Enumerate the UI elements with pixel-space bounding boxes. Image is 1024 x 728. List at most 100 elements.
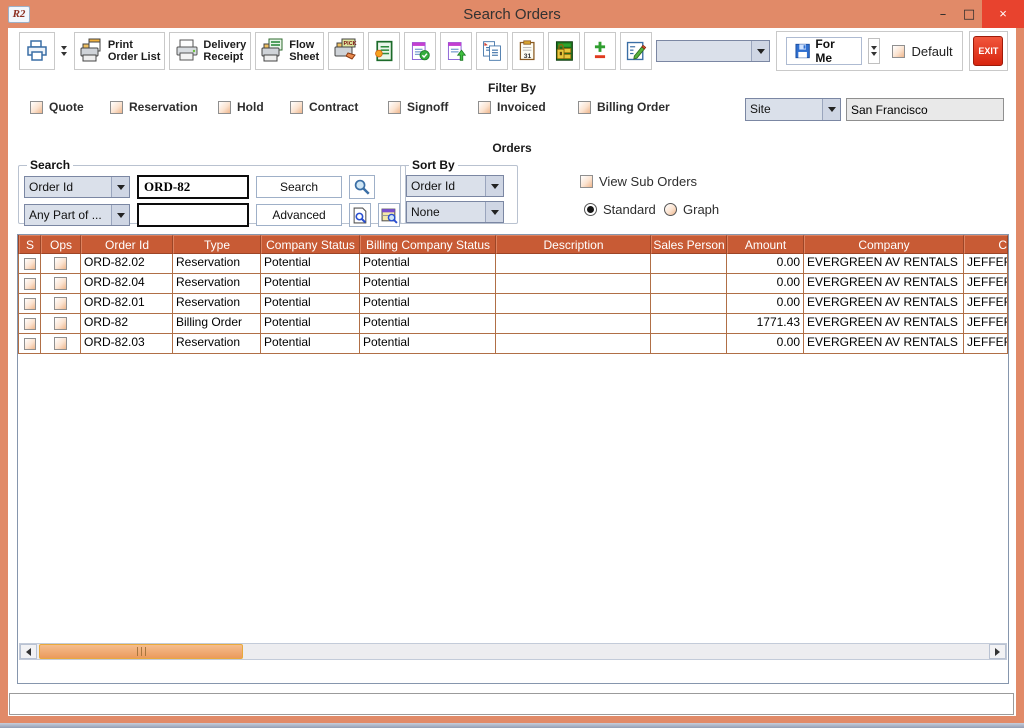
combo-arrow-button[interactable] xyxy=(111,177,129,197)
combo-arrow-button[interactable] xyxy=(485,202,503,222)
delivery-receipt-button[interactable]: DeliveryReceipt xyxy=(169,32,251,70)
search-value-input[interactable] xyxy=(137,175,249,199)
quote-checkbox[interactable] xyxy=(30,101,43,114)
scrollbar-thumb[interactable] xyxy=(39,644,243,659)
search-field-combobox[interactable]: Order Id xyxy=(24,176,130,198)
scroll-left-button[interactable] xyxy=(20,644,37,659)
column-header-ops[interactable]: Ops xyxy=(41,235,81,254)
saved-search-combobox[interactable] xyxy=(656,40,770,62)
sort-secondary-combobox[interactable]: None xyxy=(406,201,504,223)
column-header-company-status[interactable]: Company Status xyxy=(261,235,360,254)
table-row[interactable]: ORD-82 Billing Order Potential Potential… xyxy=(18,314,1008,334)
edit-order-button[interactable] xyxy=(620,32,652,70)
filter-hold[interactable]: Hold xyxy=(218,100,264,114)
filter-signoff[interactable]: Signoff xyxy=(388,100,448,114)
row-select-checkbox[interactable] xyxy=(24,258,36,270)
confirm-order-button[interactable] xyxy=(404,32,436,70)
column-header-amount[interactable]: Amount xyxy=(727,235,804,254)
print-dropdown[interactable] xyxy=(59,32,70,70)
site-combobox[interactable]: Site xyxy=(745,98,841,121)
table-row[interactable]: ORD-82.01 Reservation Potential Potentia… xyxy=(18,294,1008,314)
copy-order-button[interactable] xyxy=(476,32,508,70)
print-pick-list-button[interactable]: PICK xyxy=(328,32,364,70)
filter-contract[interactable]: Contract xyxy=(290,100,358,114)
search-text-input[interactable] xyxy=(137,203,249,227)
green-document-icon xyxy=(373,40,395,62)
site-search-field[interactable] xyxy=(846,98,1004,121)
exit-button[interactable]: EXIT xyxy=(973,36,1003,66)
view-sub-orders-checkbox[interactable] xyxy=(580,175,593,188)
filter-invoiced[interactable]: Invoiced xyxy=(478,100,546,114)
combo-arrow-button[interactable] xyxy=(751,41,769,61)
hold-checkbox[interactable] xyxy=(218,101,231,114)
graph-option[interactable]: Graph xyxy=(664,202,719,217)
column-header-order-id[interactable]: Order Id xyxy=(81,235,173,254)
column-header-s[interactable]: S xyxy=(19,235,41,254)
order-profile-button[interactable] xyxy=(368,32,400,70)
type-cell: Billing Order xyxy=(173,314,261,333)
search-button[interactable]: Search xyxy=(256,176,342,198)
row-select-checkbox[interactable] xyxy=(24,338,36,350)
filter-quote[interactable]: Quote xyxy=(30,100,84,114)
save-options-button[interactable] xyxy=(868,38,881,64)
column-header-billing-company-status[interactable]: Billing Company Status xyxy=(360,235,496,254)
row-select-checkbox[interactable] xyxy=(24,278,36,290)
doc-search-button[interactable] xyxy=(349,203,371,227)
quick-search-button[interactable] xyxy=(349,175,375,199)
grid-search-icon xyxy=(381,207,398,224)
type-cell: Reservation xyxy=(173,334,261,353)
site-value-input[interactable] xyxy=(847,103,1010,117)
new-order-button[interactable] xyxy=(584,32,616,70)
row-ops-checkbox[interactable] xyxy=(54,317,67,330)
order-id-cell: ORD-82.04 xyxy=(81,274,173,293)
combo-arrow-button[interactable] xyxy=(822,99,840,120)
table-row[interactable]: ORD-82.04 Reservation Potential Potentia… xyxy=(18,274,1008,294)
for-me-button[interactable]: For Me xyxy=(786,37,862,65)
column-header-company[interactable]: Company xyxy=(804,235,964,254)
print-button[interactable] xyxy=(19,32,55,70)
default-checkbox[interactable] xyxy=(892,45,905,58)
column-header-description[interactable]: Description xyxy=(496,235,651,254)
standard-option[interactable]: Standard xyxy=(584,202,656,217)
row-select-cell xyxy=(19,294,41,313)
combo-arrow-button[interactable] xyxy=(485,176,503,196)
column-header-sales-person[interactable]: Sales Person xyxy=(651,235,727,254)
invoiced-checkbox[interactable] xyxy=(478,101,491,114)
standard-radio[interactable] xyxy=(584,203,597,216)
row-ops-cell xyxy=(41,274,81,293)
combo-arrow-button[interactable] xyxy=(111,205,129,225)
row-ops-checkbox[interactable] xyxy=(54,277,67,290)
upgrade-order-button[interactable] xyxy=(440,32,472,70)
advanced-button[interactable]: Advanced xyxy=(256,204,342,226)
row-ops-checkbox[interactable] xyxy=(54,257,67,270)
calendar-button[interactable]: 31 xyxy=(512,32,544,70)
row-ops-checkbox[interactable] xyxy=(54,337,67,350)
horizontal-scrollbar[interactable] xyxy=(19,643,1007,660)
view-sub-orders-option[interactable]: View Sub Orders xyxy=(580,174,697,189)
row-ops-checkbox[interactable] xyxy=(54,297,67,310)
filter-reservation[interactable]: Reservation xyxy=(110,100,198,114)
billing-order-checkbox[interactable] xyxy=(578,101,591,114)
sort-by-title: Sort By xyxy=(409,158,458,172)
filter-by-title: Filter By xyxy=(8,81,1016,95)
reservation-checkbox[interactable] xyxy=(110,101,123,114)
sort-primary-combobox[interactable]: Order Id xyxy=(406,175,504,197)
flow-sheet-button[interactable]: FlowSheet xyxy=(255,32,324,70)
signoff-checkbox[interactable] xyxy=(388,101,401,114)
column-header-contact[interactable]: C xyxy=(964,235,1008,254)
grid-search-button[interactable] xyxy=(378,203,400,227)
title-bar[interactable]: R2 Search Orders – □ × xyxy=(0,0,1024,28)
lock-order-button[interactable] xyxy=(548,32,580,70)
table-row[interactable]: ORD-82.03 Reservation Potential Potentia… xyxy=(18,334,1008,354)
table-row[interactable]: ORD-82.02 Reservation Potential Potentia… xyxy=(18,254,1008,274)
graph-radio[interactable] xyxy=(664,203,677,216)
row-select-checkbox[interactable] xyxy=(24,298,36,310)
filter-billing-order[interactable]: Billing Order xyxy=(578,100,670,114)
row-ops-cell xyxy=(41,254,81,273)
print-order-list-button[interactable]: PrintOrder List xyxy=(74,32,166,70)
scroll-right-button[interactable] xyxy=(989,644,1006,659)
search-mode-combobox[interactable]: Any Part of ... xyxy=(24,204,130,226)
column-header-type[interactable]: Type xyxy=(173,235,261,254)
row-select-checkbox[interactable] xyxy=(24,318,36,330)
contract-checkbox[interactable] xyxy=(290,101,303,114)
